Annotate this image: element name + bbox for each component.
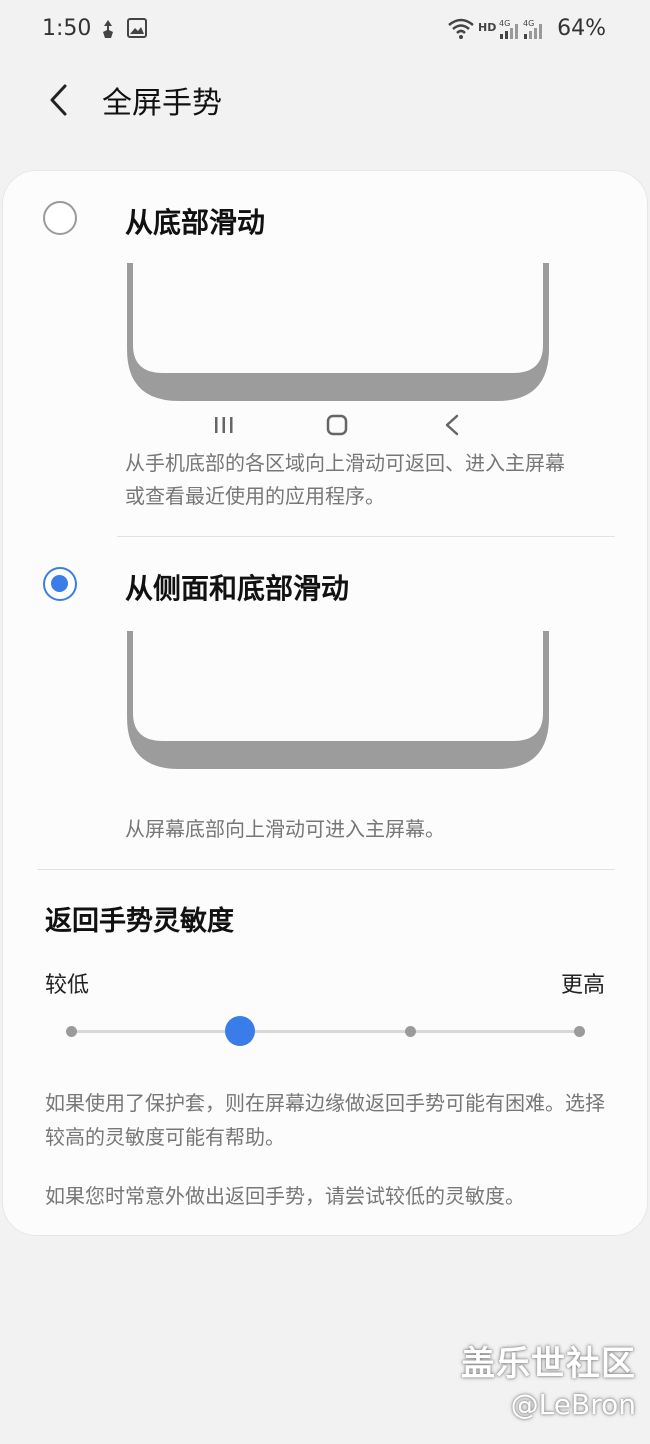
status-time: 1:50 [42,16,92,41]
hd-icon: HD [478,21,497,34]
slider-track [71,1030,579,1033]
option-swipe-from-bottom[interactable]: 从底部滑动 从手机底部的各区域向上滑动可返回、进入主屏幕或查看最近使用的应用程序… [3,171,649,537]
help-text-case: 如果使用了保护套，则在屏幕边缘做返回手势可能有困难。选择较高的灵敏度可能有帮助。 [45,1091,605,1149]
phone-bottom-illustration [127,263,549,401]
radio-swipe-from-sides-and-bottom[interactable] [43,567,77,601]
back-button[interactable] [38,78,78,122]
slider-tick[interactable] [66,1026,77,1037]
slider-tick[interactable] [574,1026,585,1037]
slider-thumb[interactable] [225,1016,256,1046]
svg-text:4G: 4G [523,19,534,28]
wifi-icon [447,18,475,44]
watermark-user: @LeBron [510,1388,636,1421]
sensitivity-title: 返回手势灵敏度 [45,906,234,937]
back-nav-icon [445,414,459,436]
option-title: 从侧面和底部滑动 [125,572,350,605]
recent-apps-icon [215,417,233,433]
phone-bottom-illustration [127,631,549,769]
slider-tick[interactable] [404,1026,416,1037]
status-bar: 1:50 HD 4G 4G 64% [0,0,650,60]
signal-4g-icon: 4G [522,18,544,44]
header: 全屏手势 [0,60,650,140]
watermark-brand: 盖乐世社区 [461,1344,636,1384]
nav-button-row [3,413,649,439]
help-text-accidental: 如果您时常意外做出返回手势，请尝试较低的灵敏度。 [45,1184,525,1208]
sensitivity-slider[interactable] [66,1014,585,1048]
svg-text:4G: 4G [499,19,510,28]
navigation-app-icon [98,18,118,44]
battery-level: 64% [557,16,606,41]
divider [37,869,615,870]
option-swipe-from-sides-and-bottom[interactable]: 从侧面和底部滑动 从屏幕底部向上滑动可进入主屏幕。 [3,537,649,867]
home-icon [326,414,348,436]
radio-swipe-from-bottom[interactable] [43,201,77,235]
option-description: 从手机底部的各区域向上滑动可返回、进入主屏幕或查看最近使用的应用程序。 [125,451,565,508]
option-description: 从屏幕底部向上滑动可进入主屏幕。 [125,817,445,841]
option-title: 从底部滑动 [125,206,266,239]
slider-low-label: 较低 [45,973,90,998]
settings-card: 从底部滑动 从手机底部的各区域向上滑动可返回、进入主屏幕或查看最近使用的应用程序… [2,170,648,1236]
page-title: 全屏手势 [102,86,222,121]
signal-4g-icon: 4G [498,18,520,44]
slider-high-label: 更高 [560,973,605,998]
gallery-icon [127,18,147,42]
chevron-left-icon [50,84,67,116]
